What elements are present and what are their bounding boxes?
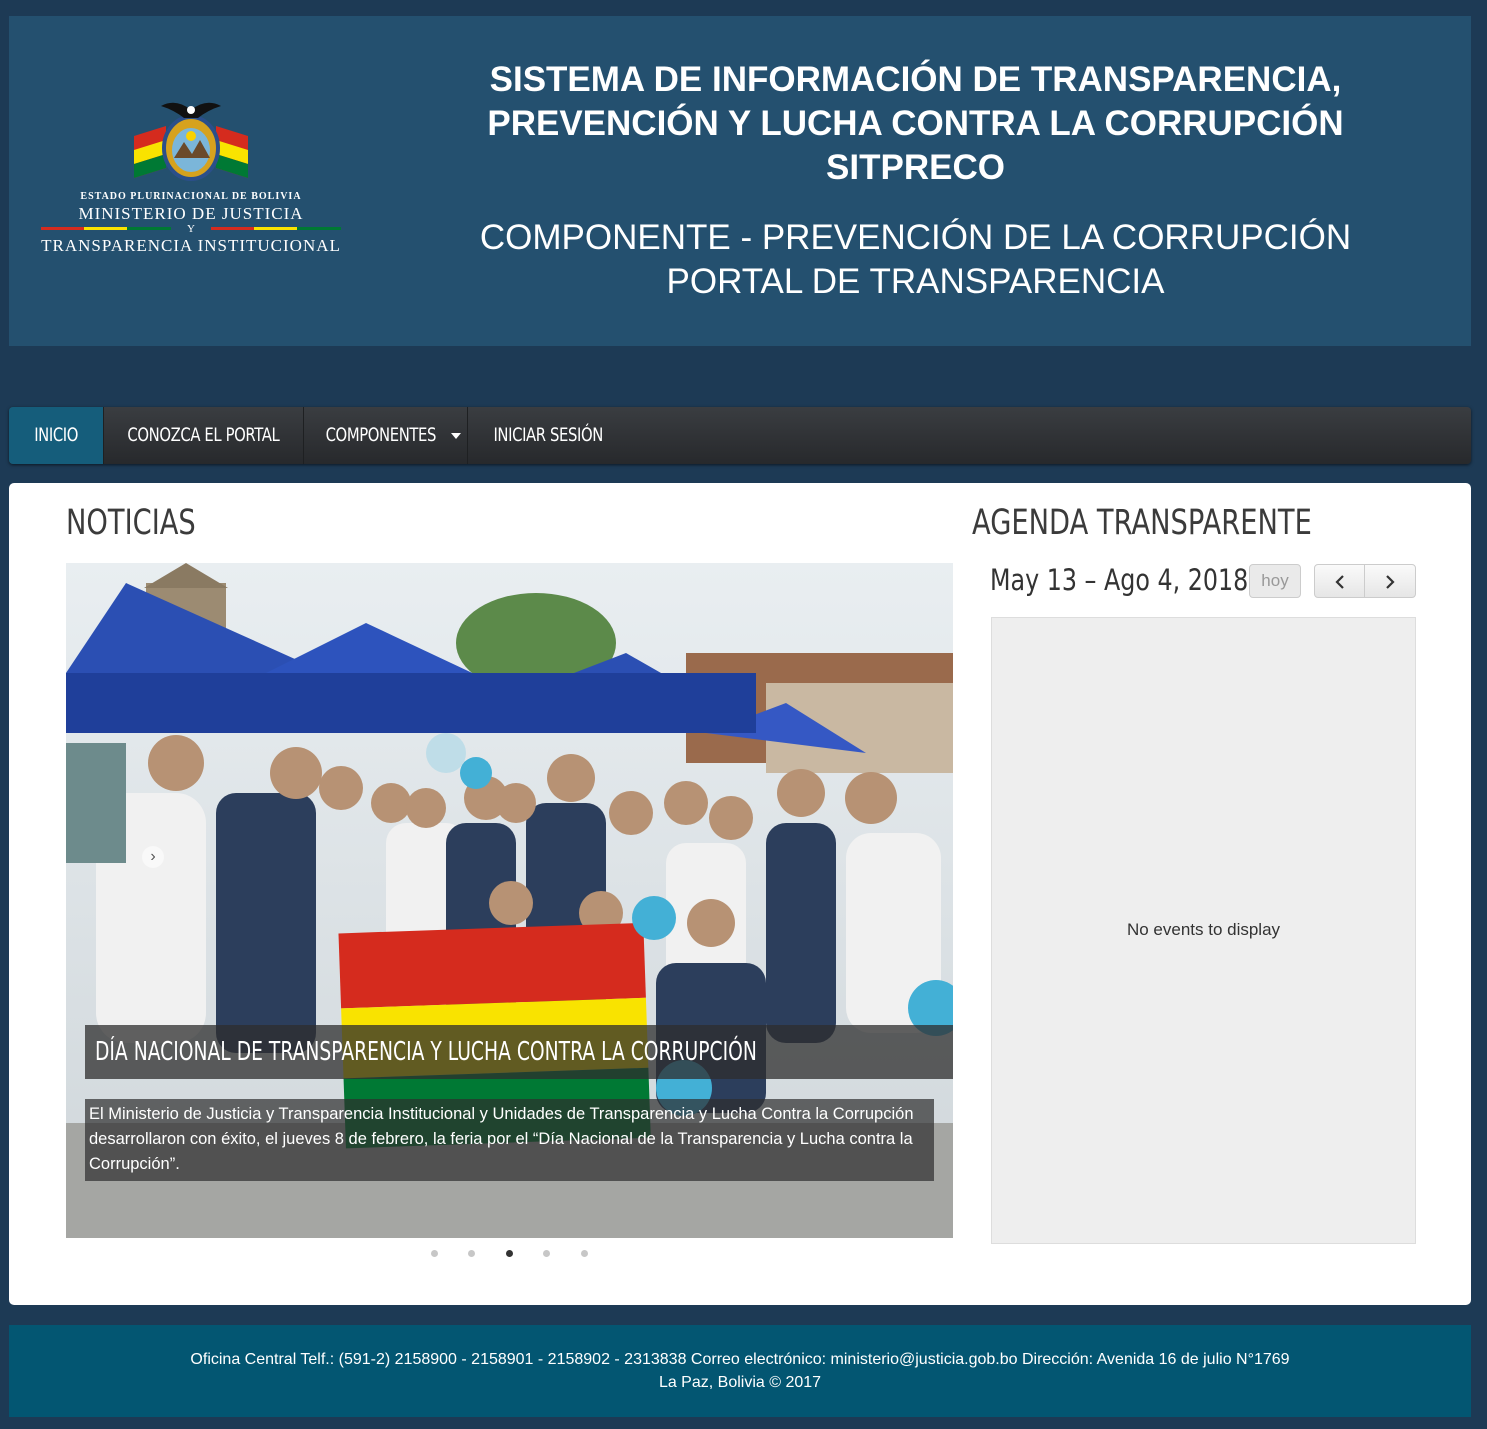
logo-line-state: ESTADO PLURINACIONAL DE BOLIVIA [80,191,302,202]
ministry-logo[interactable]: ESTADO PLURINACIONAL DE BOLIVIA MINISTER… [31,96,351,271]
agenda-heading: AGENDA TRANSPARENTE [972,503,1312,543]
news-slider[interactable]: › DÍA NACIONAL DE TRANSPARENCIA Y LUCHA … [66,563,953,1238]
nav-item-iniciar-sesion[interactable]: INICIAR SESIÓN [468,407,628,464]
logo-rule-right [211,227,341,230]
nav-item-componentes[interactable]: COMPONENTES [304,407,468,464]
calendar-today-button[interactable]: hoy [1249,564,1301,598]
slide-prev-button[interactable]: › [142,846,164,868]
nav-item-label: COMPONENTES [325,424,436,446]
component-subtitle: COMPONENTE - PREVENCIÓN DE LA CORRUPCIÓN… [409,216,1422,304]
nav-item-label: INICIO [34,424,78,446]
chevron-right-icon [1386,574,1395,589]
footer-contact: Oficina Central Telf.: (591-2) 2158900 -… [190,1351,1290,1368]
system-title-line: SISTEMA DE INFORMACIÓN DE TRANSPARENCIA, [489,60,1342,99]
bolivia-coat-of-arms-icon [134,102,248,181]
footer-copyright: La Paz, Bolivia © 2017 [658,1374,822,1391]
system-title-line: SITPRECO [826,148,1005,187]
chevron-left-icon: › [150,848,156,865]
logo-line-transparency: TRANSPARENCIA INSTITUCIONAL [41,236,341,255]
calendar-list-view: No events to display [991,617,1416,1244]
slide-caption-text: El Ministerio de Justicia y Transparenci… [85,1099,934,1181]
nav-item-conozca-el-portal[interactable]: CONOZCA EL PORTAL [104,407,304,464]
slide-title-text: DÍA NACIONAL DE TRANSPARENCIA Y LUCHA CO… [95,1037,757,1067]
calendar-date-range: May 13 – Ago 4, 2018 [990,563,1249,597]
logo-line-ministry: MINISTERIO DE JUSTICIA [78,204,304,223]
chevron-left-icon [1334,574,1344,589]
subtitle-line: COMPONENTE - PREVENCIÓN DE LA CORRUPCIÓN [479,218,1352,257]
slider-dot[interactable] [468,1250,475,1257]
content-panel: NOTICIAS › DÍA NACIONAL DE TRANSPARENCIA… [9,483,1471,1305]
no-events-message: No events to display [1126,920,1281,939]
subtitle-line: PORTAL DE TRANSPARENCIA [666,262,1165,301]
slider-dot-active[interactable] [506,1250,513,1257]
main-nav: INICIO CONOZCA EL PORTAL COMPONENTES INI… [9,407,1471,464]
caret-down-icon [451,432,462,439]
calendar-next-button[interactable] [1364,564,1416,598]
slider-dot[interactable] [431,1250,438,1257]
nav-item-label: CONOZCA EL PORTAL [127,424,280,446]
calendar-prev-button[interactable] [1314,564,1365,598]
slide-caption-title[interactable]: DÍA NACIONAL DE TRANSPARENCIA Y LUCHA CO… [85,1025,953,1079]
slider-dot[interactable] [543,1250,550,1257]
site-footer: Oficina Central Telf.: (591-2) 2158900 -… [9,1325,1471,1417]
system-title: SISTEMA DE INFORMACIÓN DE TRANSPARENCIA,… [409,58,1422,190]
slider-dot[interactable] [581,1250,588,1257]
nav-item-inicio[interactable]: INICIO [9,407,104,464]
site-title: SISTEMA DE INFORMACIÓN DE TRANSPARENCIA,… [409,58,1422,304]
news-heading: NOTICIAS [66,503,196,543]
system-title-line: PREVENCIÓN Y LUCHA CONTRA LA CORRUPCIÓN [487,104,1344,143]
site-header: ESTADO PLURINACIONAL DE BOLIVIA MINISTER… [9,16,1471,346]
nav-item-label: INICIAR SESIÓN [493,424,603,446]
